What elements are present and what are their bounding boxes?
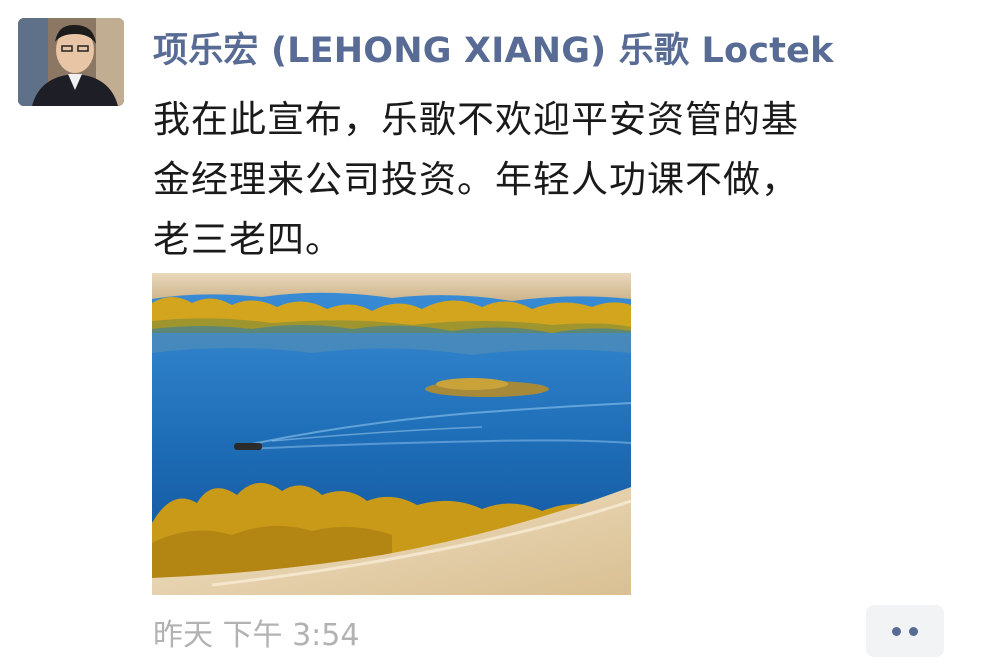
person-portrait-icon	[18, 18, 124, 106]
desert-lake-photo	[152, 273, 631, 595]
avatar[interactable]	[18, 18, 124, 106]
post-photo[interactable]	[152, 273, 631, 595]
moments-post: 项乐宏 (LEHONG XIANG) 乐歌 Loctek 我在此宣布，乐歌不欢迎…	[0, 0, 985, 670]
content-line: 金经理来公司投资。年轻人功课不做，	[153, 158, 799, 201]
post-content: 我在此宣布，乐歌不欢迎平安资管的基 金经理来公司投资。年轻人功课不做， 老三老四…	[153, 90, 953, 270]
content-line: 我在此宣布，乐歌不欢迎平安资管的基	[153, 98, 799, 141]
post-timestamp: 昨天 下午 3:54	[153, 618, 360, 653]
author-name[interactable]: 项乐宏 (LEHONG XIANG) 乐歌 Loctek	[153, 22, 834, 73]
content-line: 老三老四。	[153, 218, 343, 261]
more-actions-button[interactable]	[866, 605, 944, 657]
ellipsis-comment-icon	[892, 626, 901, 636]
ellipsis-comment-icon	[909, 626, 918, 636]
